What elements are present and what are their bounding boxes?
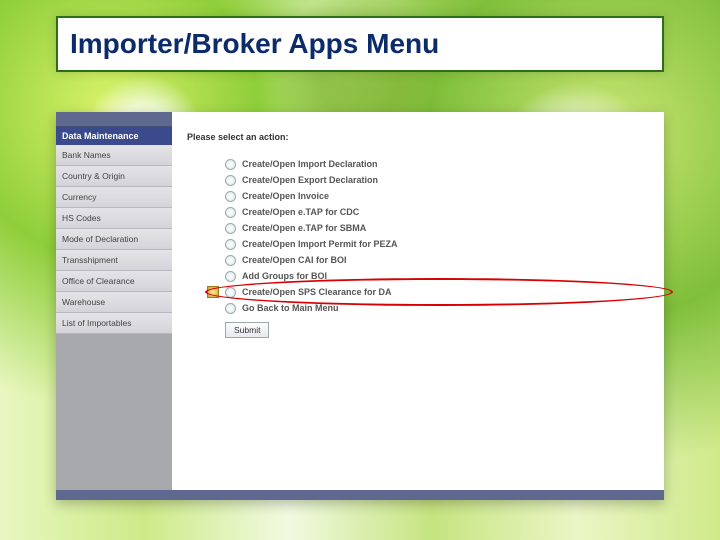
radio-icon[interactable] — [225, 239, 236, 250]
sidebar-item-office-of-clearance[interactable]: Office of Clearance — [56, 271, 172, 292]
sidebar-item-transshipment[interactable]: Transshipment — [56, 250, 172, 271]
radio-icon[interactable] — [225, 175, 236, 186]
option-label: Create/Open Invoice — [242, 191, 329, 201]
action-option[interactable]: Create/Open Import Declaration — [225, 156, 649, 172]
radio-icon[interactable] — [225, 223, 236, 234]
option-label: Create/Open Import Permit for PEZA — [242, 239, 398, 249]
option-label: Create/Open SPS Clearance for DA — [242, 287, 392, 297]
option-label: Create/Open e.TAP for CDC — [242, 207, 359, 217]
action-option[interactable]: Add Groups for BOI — [225, 268, 649, 284]
page-title: Importer/Broker Apps Menu — [56, 16, 664, 72]
action-option[interactable]: Go Back to Main Menu — [225, 300, 649, 316]
radio-icon[interactable] — [225, 303, 236, 314]
sidebar: Data Maintenance Bank NamesCountry & Ori… — [56, 112, 172, 490]
sidebar-item-currency[interactable]: Currency — [56, 187, 172, 208]
submit-button[interactable]: Submit — [225, 322, 269, 338]
option-label: Create/Open CAI for BOI — [242, 255, 347, 265]
action-prompt: Please select an action: — [187, 132, 649, 142]
radio-icon[interactable] — [225, 159, 236, 170]
option-label: Create/Open e.TAP for SBMA — [242, 223, 366, 233]
option-label: Add Groups for BOI — [242, 271, 327, 281]
sidebar-item-list-of-importables[interactable]: List of Importables — [56, 313, 172, 334]
action-option[interactable]: Create/Open SPS Clearance for DA — [225, 284, 649, 300]
radio-icon[interactable] — [225, 271, 236, 282]
radio-icon[interactable] — [225, 287, 236, 298]
sidebar-item-country-origin[interactable]: Country & Origin — [56, 166, 172, 187]
app-panel: Data Maintenance Bank NamesCountry & Ori… — [56, 112, 664, 500]
content-area: Please select an action: Create/Open Imp… — [172, 112, 664, 490]
action-option[interactable]: Create/Open e.TAP for SBMA — [225, 220, 649, 236]
action-option[interactable]: Create/Open e.TAP for CDC — [225, 204, 649, 220]
sidebar-item-warehouse[interactable]: Warehouse — [56, 292, 172, 313]
panel-footer — [56, 490, 664, 500]
radio-icon[interactable] — [225, 255, 236, 266]
sidebar-item-hs-codes[interactable]: HS Codes — [56, 208, 172, 229]
action-option[interactable]: Create/Open Import Permit for PEZA — [225, 236, 649, 252]
radio-icon[interactable] — [225, 207, 236, 218]
sidebar-cap — [56, 112, 172, 127]
radio-icon[interactable] — [225, 191, 236, 202]
action-option[interactable]: Create/Open Invoice — [225, 188, 649, 204]
option-label: Go Back to Main Menu — [242, 303, 339, 313]
new-badge-icon — [207, 286, 219, 298]
action-option[interactable]: Create/Open Export Declaration — [225, 172, 649, 188]
option-label: Create/Open Export Declaration — [242, 175, 378, 185]
sidebar-header: Data Maintenance — [56, 127, 172, 145]
sidebar-item-bank-names[interactable]: Bank Names — [56, 145, 172, 166]
sidebar-item-mode-of-declaration[interactable]: Mode of Declaration — [56, 229, 172, 250]
option-label: Create/Open Import Declaration — [242, 159, 378, 169]
action-option[interactable]: Create/Open CAI for BOI — [225, 252, 649, 268]
